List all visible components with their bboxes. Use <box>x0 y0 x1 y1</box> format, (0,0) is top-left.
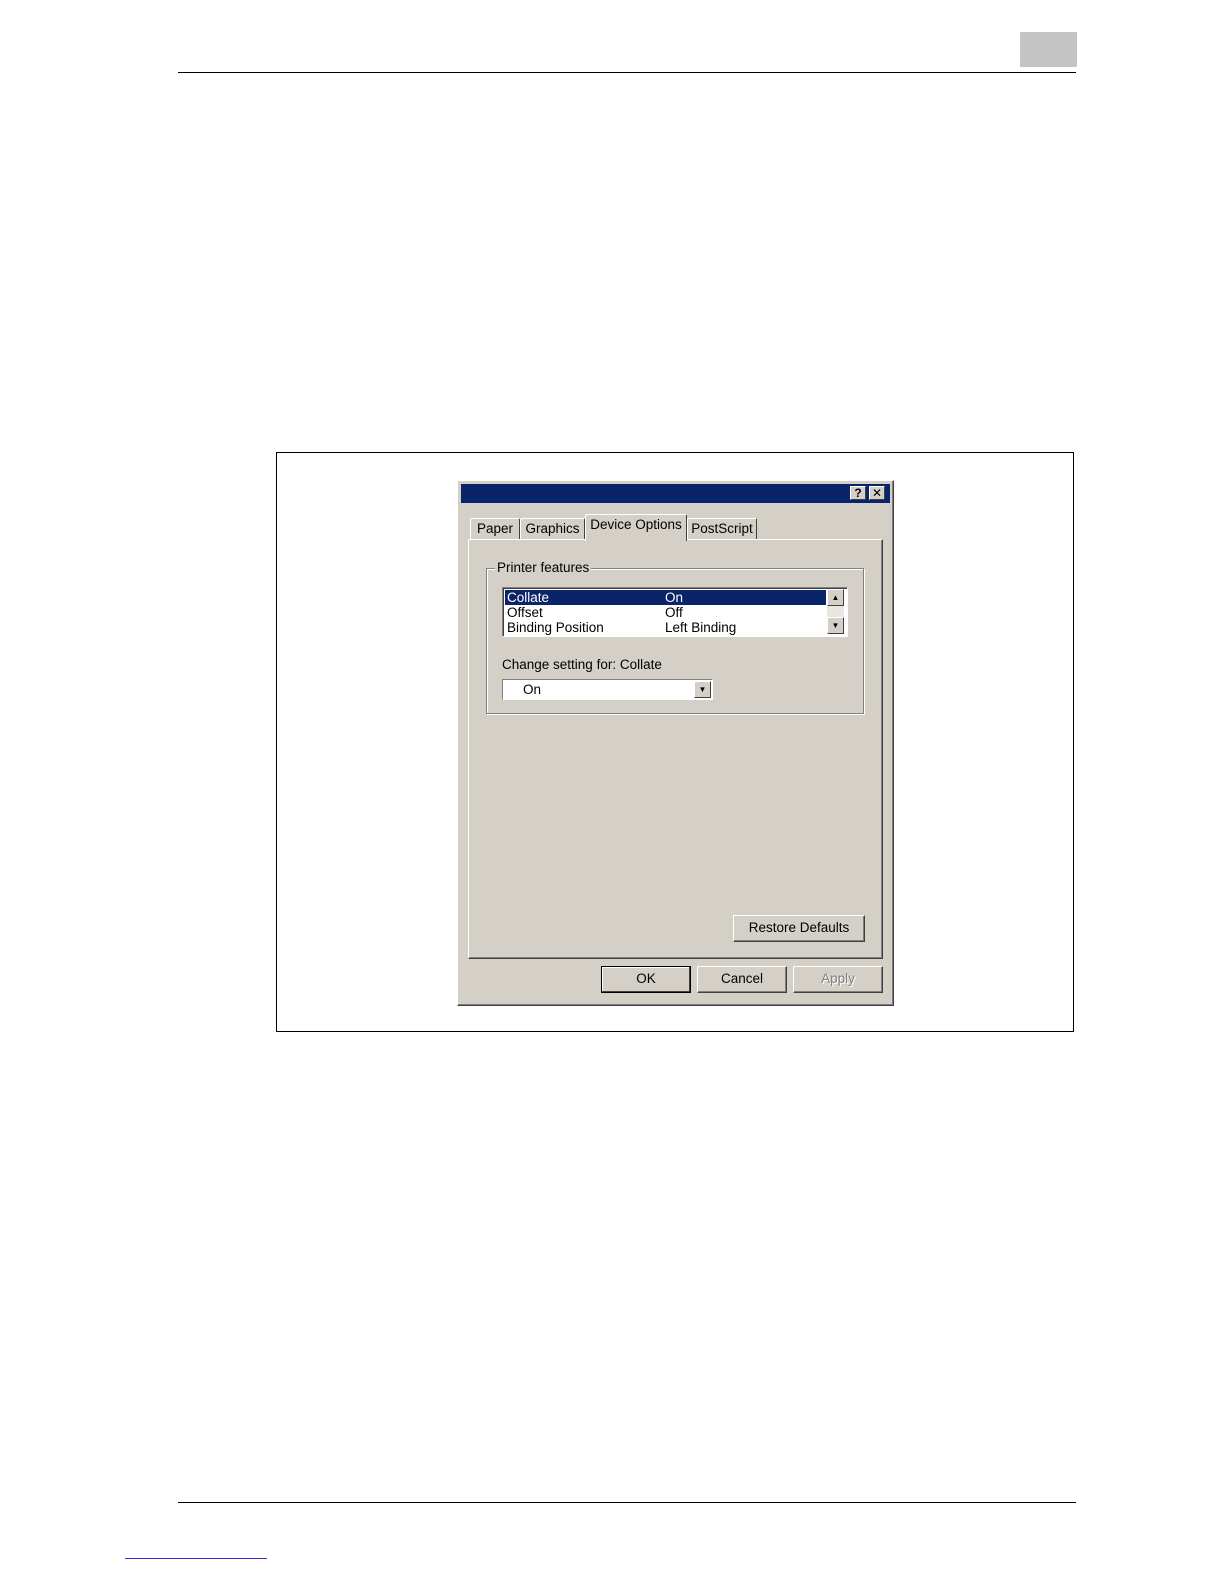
apply-button[interactable]: Apply <box>793 966 883 993</box>
setting-value-dropdown[interactable]: On ▼ <box>502 679 713 700</box>
close-icon[interactable]: ✕ <box>869 486 885 500</box>
scroll-up-arrow-icon[interactable]: ▲ <box>827 589 844 606</box>
list-item-binding-position[interactable]: Binding Position Left Binding <box>505 620 826 635</box>
feature-value: Off <box>665 605 683 620</box>
printer-features-group: Printer features Collate On Offset Off B… <box>486 560 864 714</box>
device-options-panel: Printer features Collate On Offset Off B… <box>468 539 883 959</box>
footer-rule <box>178 1502 1076 1503</box>
scroll-down-arrow-icon[interactable]: ▼ <box>827 617 844 634</box>
printer-features-legend: Printer features <box>495 560 592 576</box>
tab-device-options[interactable]: Device Options <box>585 514 687 541</box>
feature-value: Left Binding <box>665 620 737 635</box>
feature-name: Offset <box>507 605 543 620</box>
change-setting-label: Change setting for: Collate <box>502 657 662 672</box>
dialog-titlebar: ? ✕ <box>461 484 890 503</box>
printer-features-list[interactable]: Collate On Offset Off Binding Position L… <box>502 587 848 637</box>
footer-link-underline[interactable] <box>125 1558 267 1559</box>
chevron-down-icon[interactable]: ▼ <box>694 681 711 698</box>
tab-paper[interactable]: Paper <box>470 518 520 540</box>
feature-name: Binding Position <box>507 620 604 635</box>
header-rule <box>178 72 1076 73</box>
scrollbar-track[interactable] <box>827 606 844 617</box>
cancel-button[interactable]: Cancel <box>697 966 787 993</box>
feature-value: On <box>665 590 684 605</box>
ok-button[interactable]: OK <box>601 966 691 993</box>
feature-name: Collate <box>507 590 550 605</box>
chapter-tab-marker <box>1020 32 1077 67</box>
printer-properties-dialog: ? ✕ Paper Graphics Device Options PostSc… <box>457 480 894 1006</box>
restore-defaults-button[interactable]: Restore Defaults <box>733 915 865 942</box>
dropdown-selected-value: On <box>523 682 542 697</box>
question-mark-icon[interactable]: ? <box>850 486 866 500</box>
list-item-offset[interactable]: Offset Off <box>505 605 826 620</box>
list-item-collate[interactable]: Collate On <box>505 590 826 605</box>
tab-postscript[interactable]: PostScript <box>687 518 757 540</box>
tab-graphics[interactable]: Graphics <box>520 518 585 540</box>
